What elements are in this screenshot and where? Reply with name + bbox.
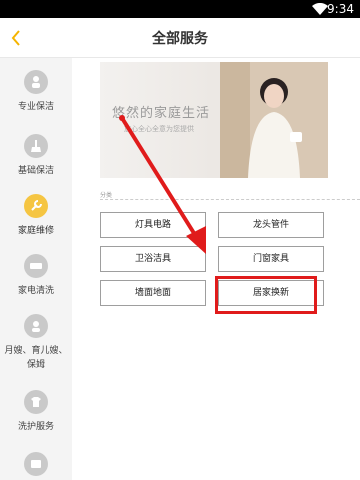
service-doors-furniture-button[interactable]: 门窗家具 xyxy=(218,246,324,272)
wifi-icon xyxy=(312,3,328,15)
header: 全部服务 xyxy=(0,18,360,58)
banner-headline: 悠然的家庭生活 xyxy=(112,106,211,121)
sidebar-item-label: 基础保洁 xyxy=(17,166,54,176)
tv-icon xyxy=(24,452,48,476)
service-wall-floor-button[interactable]: 墙面地面 xyxy=(100,280,206,306)
sidebar-item-laundry[interactable]: 洗护服务 xyxy=(0,390,72,434)
service-bathroom-fixtures-button[interactable]: 卫浴洁具 xyxy=(100,246,206,272)
promo-banner[interactable]: 悠然的家庭生活 放心全心全意为您提供 xyxy=(100,62,328,178)
sidebar-item-home-repair[interactable]: 家庭维修 xyxy=(0,194,72,238)
sidebar-item-appliance-cleaning[interactable]: 家电清洗 xyxy=(0,254,72,298)
appliance-icon xyxy=(24,254,48,278)
wrench-icon xyxy=(24,194,48,218)
section-label: 分类 xyxy=(100,192,113,199)
banner-subtitle: 放心全心全意为您提供 xyxy=(124,125,194,133)
sidebar-item-label: 家电清洗 xyxy=(17,286,54,296)
highlight-box xyxy=(215,276,317,314)
service-faucet-pipe-button[interactable]: 龙头管件 xyxy=(218,212,324,238)
banner-photo xyxy=(220,62,328,178)
page-title: 全部服务 xyxy=(152,31,208,47)
cleaner-icon xyxy=(24,70,48,94)
sidebar-item-professional-cleaning[interactable]: 专业保洁 xyxy=(0,70,72,114)
laundry-icon xyxy=(24,390,48,414)
sidebar-item-label: 洗护服务 xyxy=(17,422,54,432)
status-time: 9:34 xyxy=(327,2,354,16)
sidebar-item-basic-cleaning[interactable]: 基础保洁 xyxy=(0,134,72,178)
content-area: 悠然的家庭生活 放心全心全意为您提供 分类 灯具电路 龙头管件 卫浴洁具 门窗家… xyxy=(72,58,360,480)
sidebar-item-label: 专业保洁 xyxy=(17,102,54,112)
sidebar-item-label: 家庭维修 xyxy=(17,226,54,236)
status-bar: 9:34 xyxy=(0,0,360,18)
nanny-icon xyxy=(24,314,48,338)
sidebar-item-more[interactable] xyxy=(0,452,72,476)
service-lighting-circuit-button[interactable]: 灯具电路 xyxy=(100,212,206,238)
broom-icon xyxy=(24,134,48,158)
divider xyxy=(100,199,360,200)
sidebar-item-nanny[interactable]: 月嫂、育儿嫂、保姆 xyxy=(0,314,72,372)
sidebar: 专业保洁 基础保洁 家庭维修 家电清洗 月嫂、育儿嫂、保姆 洗护服务 xyxy=(0,58,72,480)
sidebar-item-label: 月嫂、育儿嫂、保姆 xyxy=(4,346,68,370)
